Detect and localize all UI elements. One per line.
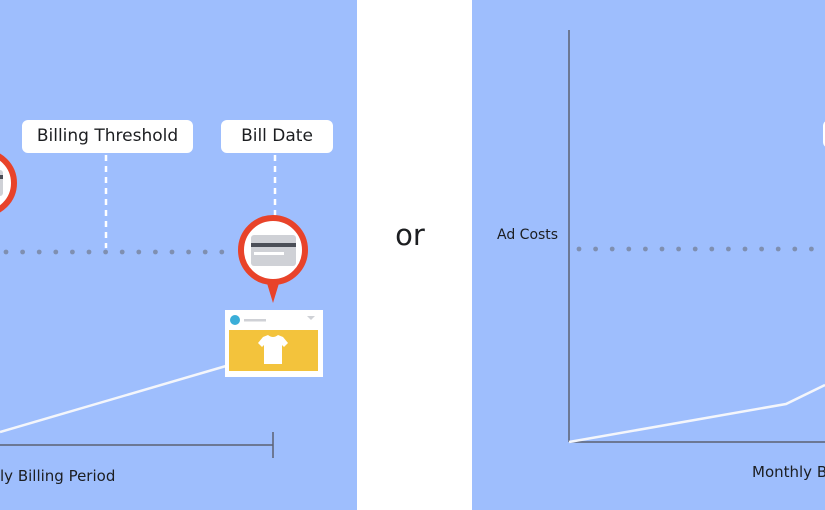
threshold-dot	[186, 249, 192, 255]
left-diagram	[0, 153, 323, 458]
or-separator: or	[395, 218, 425, 252]
threshold-dot	[53, 249, 59, 255]
threshold-dot	[20, 249, 25, 255]
cost-line	[568, 383, 825, 444]
threshold-dot	[119, 249, 125, 255]
threshold-dot	[3, 249, 9, 255]
threshold-dot	[742, 246, 748, 252]
threshold-dot	[202, 249, 208, 255]
right-diagram	[568, 30, 825, 444]
threshold-dotted-line	[3, 249, 225, 255]
y-axis-label: Ad Costs	[497, 227, 559, 243]
threshold-dot	[676, 246, 681, 252]
threshold-dot	[576, 246, 582, 252]
threshold-dot	[103, 249, 108, 255]
threshold-dot	[709, 246, 715, 252]
threshold-dot	[626, 246, 632, 252]
billing-threshold-label: Billing Threshold	[22, 120, 193, 153]
x-axis-label: ly Billing Period	[0, 467, 116, 485]
left-panel: Billing Threshold Bill Date ly Billing P…	[0, 0, 357, 510]
threshold-dot	[593, 246, 598, 252]
threshold-dot	[609, 246, 615, 252]
threshold-dot	[659, 246, 665, 252]
avatar	[230, 315, 240, 325]
threshold-dot	[136, 249, 142, 255]
threshold-dot	[759, 246, 764, 252]
map-pin-icon	[238, 215, 308, 303]
threshold-dot	[219, 249, 225, 255]
threshold-dot	[86, 249, 92, 255]
threshold-dot	[153, 249, 158, 255]
threshold-dot	[809, 246, 814, 252]
bill-date-label: Bill Date	[221, 120, 333, 153]
threshold-dot	[692, 246, 698, 252]
threshold-dotted-line	[576, 246, 814, 252]
threshold-dot	[70, 249, 75, 255]
partial-pin-icon	[0, 153, 17, 213]
threshold-dot	[643, 246, 648, 252]
threshold-dot	[169, 249, 175, 255]
x-axis-label: Monthly B	[752, 463, 825, 481]
cost-line	[0, 364, 227, 434]
threshold-dot	[775, 246, 781, 252]
ad-preview-card	[225, 310, 323, 377]
threshold-dot	[36, 249, 42, 255]
credit-card-icon	[251, 235, 296, 266]
right-panel: Ad Costs Monthly B	[472, 0, 825, 510]
threshold-dot	[792, 246, 798, 252]
threshold-dot	[726, 246, 731, 252]
